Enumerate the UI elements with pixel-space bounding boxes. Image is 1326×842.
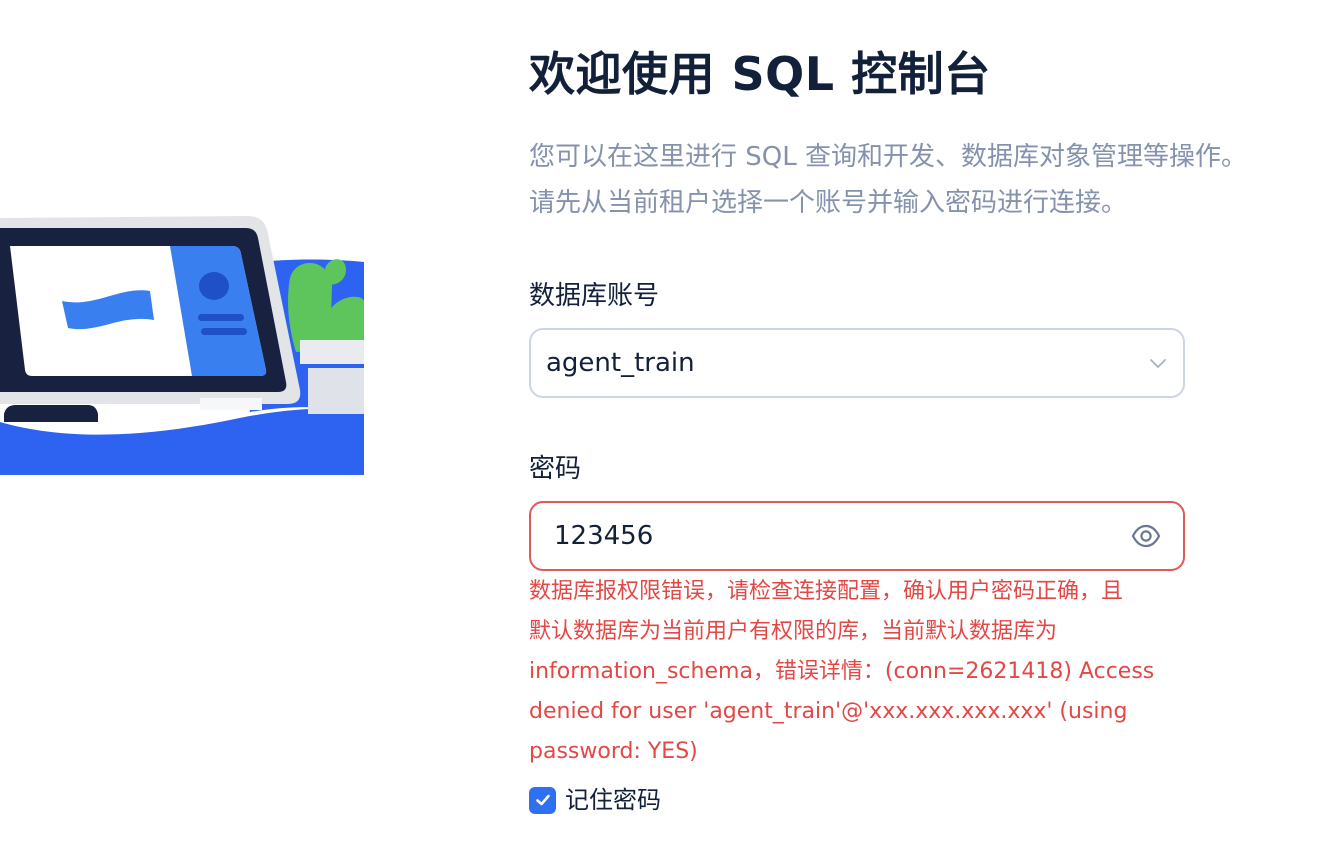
account-label: 数据库账号 [529,281,660,311]
password-input[interactable]: 123456 [529,501,1185,571]
connection-error-message: 数据库报权限错误，请检查连接配置，确认用户密码正确，且 默认数据库为当前用户有权… [529,572,1189,772]
remember-password-checkbox[interactable] [529,786,556,814]
error-line: information_schema，错误详情：(conn=2621418) A… [529,659,1155,684]
account-select-value: agent_train [546,348,695,378]
password-value: 123456 [554,521,654,551]
error-line: 数据库报权限错误，请检查连接配置，确认用户密码正确，且 [529,579,1124,604]
error-line: password: YES) [529,739,698,764]
error-line: denied for user 'agent_train'@'xxx.xxx.x… [529,699,1128,724]
account-select[interactable]: agent_train [529,328,1185,398]
check-icon [535,794,550,806]
description-line: 您可以在这里进行 SQL 查询和开发、数据库对象管理等操作。 [529,142,1247,172]
remember-password-label: 记住密码 [565,786,661,814]
remember-password-option[interactable]: 记住密码 [529,783,661,817]
computer-illustration [0,216,364,475]
page-description: 您可以在这里进行 SQL 查询和开发、数据库对象管理等操作。 请先从当前租户选择… [529,134,1319,226]
page-title: 欢迎使用 SQL 控制台 [529,47,991,101]
eye-icon[interactable] [1131,523,1161,549]
password-label: 密码 [529,454,582,484]
description-line: 请先从当前租户选择一个账号并输入密码进行连接。 [529,188,1128,218]
chevron-down-icon [1150,359,1166,368]
error-line: 默认数据库为当前用户有权限的库，当前默认数据库为 [529,619,1058,644]
